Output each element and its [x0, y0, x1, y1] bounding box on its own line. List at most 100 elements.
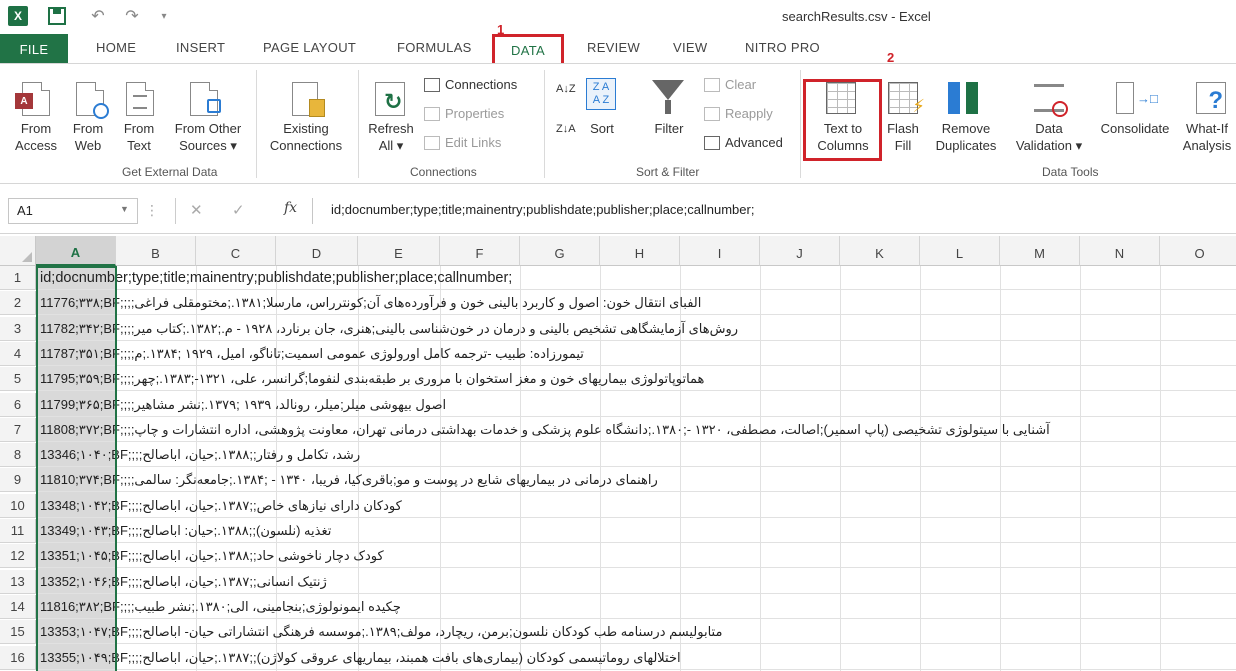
row-header[interactable]: 15	[0, 620, 36, 645]
tab-insert[interactable]: INSERT	[176, 40, 225, 55]
insert-function-icon[interactable]: fx	[284, 200, 297, 216]
cancel-icon[interactable]: ✕	[190, 201, 203, 219]
data-validation-button[interactable]: Data Validation ▾	[1006, 120, 1092, 154]
cell-rtl-text: الفبای انتقال خون: اصول و کاربرد بالینی …	[123, 295, 702, 311]
row-header[interactable]: 7	[0, 417, 36, 442]
properties-button[interactable]: Properties	[424, 105, 504, 122]
select-all-corner[interactable]	[0, 236, 36, 266]
tab-nitro-pro[interactable]: NITRO PRO	[745, 40, 820, 55]
cell-rtl-text: اختلالهای روماتیسمی کودکان (بیماری‌های ب…	[131, 649, 681, 665]
undo-icon[interactable]: ↶	[88, 6, 108, 26]
customize-toolbar-icon[interactable]: ▾	[158, 6, 170, 26]
enter-check-icon[interactable]: ✓	[232, 201, 245, 219]
sort-button[interactable]: Sort	[584, 120, 620, 137]
column-header-h[interactable]: H	[600, 236, 680, 266]
column-header-m[interactable]: M	[1000, 236, 1080, 266]
clear-filter-button[interactable]: Clear	[704, 76, 756, 93]
row-header[interactable]: 5	[0, 367, 36, 392]
row-header[interactable]: 9	[0, 468, 36, 493]
column-header-o[interactable]: O	[1160, 236, 1236, 266]
cell-value[interactable]: 13355;۱۰۴۹;BF;اختلالهای روماتیسمی کودکان…	[40, 646, 681, 670]
connections-button[interactable]: Connections	[424, 76, 517, 93]
column-header-c[interactable]: C	[196, 236, 276, 266]
text-file-icon	[126, 82, 154, 116]
clear-filter-icon	[704, 77, 720, 92]
cell-value[interactable]: 11787;۳۵۱;BF;تیمورزاده: طبیب -ترجمه کامل…	[40, 342, 584, 366]
tab-page-layout[interactable]: PAGE LAYOUT	[263, 40, 356, 55]
cell-rtl-text: آشنایی با سیتولوژی تشخیصی (پاپ اسمیر);اص…	[123, 421, 1050, 437]
column-header-l[interactable]: L	[920, 236, 1000, 266]
name-box[interactable]: A1	[8, 198, 138, 224]
from-text-button[interactable]: From Text	[114, 120, 164, 154]
row-header[interactable]: 6	[0, 392, 36, 417]
filter-button[interactable]: Filter	[646, 120, 692, 137]
formula-input[interactable]: id;docnumber;type;title;mainentry;publis…	[312, 198, 1228, 224]
window-title: searchResults.csv - Excel	[782, 9, 931, 24]
sort-a-to-z-button[interactable]: A↓Z	[556, 84, 576, 95]
row-header[interactable]: 13	[0, 569, 36, 594]
tab-review[interactable]: REVIEW	[587, 40, 640, 55]
existing-connections-button[interactable]: Existing Connections	[260, 120, 352, 154]
column-header-i[interactable]: I	[680, 236, 760, 266]
what-if-analysis-button[interactable]: What-If Analysis	[1178, 120, 1236, 154]
tab-view[interactable]: VIEW	[673, 40, 707, 55]
what-if-analysis-icon	[1196, 82, 1226, 115]
advanced-filter-icon	[704, 135, 720, 150]
edit-links-button[interactable]: Edit Links	[424, 134, 501, 151]
cell-value[interactable]: 11782;۳۴۲;BF;روش‌های آزمایشگاهی تشخیص با…	[40, 317, 738, 341]
tab-data[interactable]: DATA	[492, 34, 564, 64]
connections-icon	[424, 77, 440, 92]
column-header-b[interactable]: B	[116, 236, 196, 266]
row-header[interactable]: 16	[0, 645, 36, 670]
row-header[interactable]: 12	[0, 544, 36, 569]
sort-z-to-a-button[interactable]: Z↓A	[556, 124, 576, 135]
cell-value[interactable]: 13353;۱۰۴۷;BF;متابولیسم درسنامه طب کودکا…	[40, 620, 722, 644]
ribbon-tabs: FILE HOME INSERT PAGE LAYOUT FORMULAS DA…	[0, 34, 1236, 64]
formula-bar: A1 ▼ ⋮ ✕ ✓ fx id;docnumber;type;title;ma…	[0, 190, 1236, 234]
tab-home[interactable]: HOME	[96, 40, 136, 55]
row-header[interactable]: 8	[0, 443, 36, 468]
reapply-button[interactable]: Reapply	[704, 105, 773, 122]
advanced-filter-button[interactable]: Advanced	[704, 134, 783, 151]
column-header-k[interactable]: K	[840, 236, 920, 266]
row-header[interactable]: 10	[0, 493, 36, 518]
cell-value[interactable]: 11776;۳۳۸;BF;الفبای انتقال خون: اصول و ک…	[40, 291, 701, 315]
column-header-g[interactable]: G	[520, 236, 600, 266]
column-header-f[interactable]: F	[440, 236, 520, 266]
column-header-e[interactable]: E	[358, 236, 440, 266]
refresh-all-button[interactable]: Refresh All ▾	[364, 120, 418, 154]
tab-file[interactable]: FILE	[0, 34, 68, 64]
consolidate-button[interactable]: Consolidate	[1092, 120, 1178, 137]
column-header-j[interactable]: J	[760, 236, 840, 266]
column-header-a[interactable]: A	[36, 236, 116, 266]
chevron-down-icon[interactable]: ▼	[120, 204, 129, 214]
group-label-sort-filter: Sort & Filter	[636, 165, 700, 179]
from-web-button[interactable]: From Web	[64, 120, 112, 154]
text-to-columns-highlight	[803, 79, 882, 161]
worksheet-grid[interactable]: A B C D E F G H I J K L M N O 1 id;docnumber;type;title;…	[0, 236, 1236, 671]
from-access-button[interactable]: From Access	[10, 120, 62, 154]
other-sources-icon	[190, 82, 221, 116]
row-header[interactable]: 11	[0, 519, 36, 543]
row-header[interactable]: 2	[0, 291, 36, 316]
cell-value[interactable]: 11808;۳۷۲;BF;آشنایی با سیتولوژی تشخیصی (…	[40, 418, 1050, 442]
ribbon-separator	[358, 70, 359, 178]
cell-value[interactable]: 11795;۳۵۹;BF;هماتوپاتولوژی بیماریهای خون…	[40, 367, 704, 391]
row-header[interactable]: 1	[0, 266, 36, 290]
from-other-sources-button[interactable]: From Other Sources ▾	[166, 120, 250, 154]
column-header-n[interactable]: N	[1080, 236, 1160, 266]
remove-duplicates-button[interactable]: Remove Duplicates	[928, 120, 1004, 154]
reapply-icon	[704, 106, 720, 121]
row-header[interactable]: 14	[0, 594, 36, 619]
redo-icon[interactable]: ↷	[122, 6, 142, 26]
refresh-icon	[375, 82, 405, 116]
row-header[interactable]: 4	[0, 341, 36, 366]
flash-fill-button[interactable]: Flash Fill	[880, 120, 926, 154]
cell-value[interactable]: 11810;۳۷۴;BF;راهنمای درمانی در بیماریهای…	[40, 468, 658, 492]
tab-formulas[interactable]: FORMULAS	[397, 40, 472, 55]
drag-handle-icon[interactable]: ⋮	[145, 202, 159, 219]
row-header[interactable]: 3	[0, 316, 36, 341]
save-icon[interactable]	[48, 7, 66, 25]
sort-dialog-icon: Z AA Z	[586, 78, 616, 110]
column-header-d[interactable]: D	[276, 236, 358, 266]
